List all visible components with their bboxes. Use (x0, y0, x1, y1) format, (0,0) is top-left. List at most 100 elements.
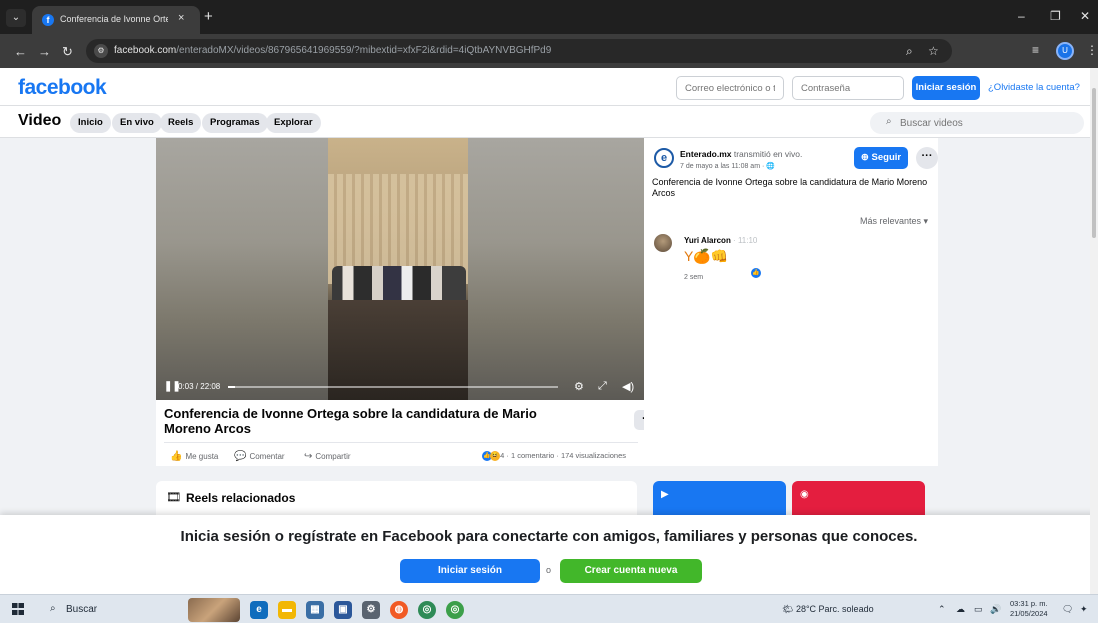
edge-icon[interactable]: e (250, 601, 268, 619)
tab-title: Conferencia de Ivonne Ortega (60, 14, 168, 24)
comment-button[interactable]: 💬 Comentar (234, 451, 285, 462)
page-avatar[interactable]: e (654, 148, 674, 168)
new-tab-button[interactable]: + (204, 8, 213, 25)
video-player[interactable]: ❚❚ 0:03 / 22:08 ⚙ ⤢ ◀) (156, 138, 644, 400)
comment-author[interactable]: Yuri Alarcon (684, 236, 731, 245)
facebook-header: facebook Iniciar sesión ¿Olvidaste la cu… (0, 68, 1098, 106)
tab-reels[interactable]: Reels (160, 113, 202, 133)
chrome-icon[interactable]: ◎ (418, 601, 436, 619)
globe-icon: 🌐 (766, 163, 775, 170)
prompt-login-button[interactable]: Iniciar sesión (400, 559, 540, 583)
stats-text[interactable]: · 1 comentario · 174 visualizaciones (506, 451, 626, 460)
forgot-account-link[interactable]: ¿Olvidaste la cuenta? (988, 82, 1080, 93)
taskbar-search-label: Buscar (66, 604, 98, 615)
settings-gear-icon[interactable]: ⚙ (574, 380, 584, 393)
email-field[interactable] (676, 76, 784, 100)
volume-icon[interactable]: ◀) (622, 380, 634, 393)
reading-list-icon[interactable]: ≡ (1032, 43, 1039, 57)
fullscreen-icon[interactable]: ⤢ (598, 380, 607, 393)
comment-age[interactable]: 2 sem (684, 274, 703, 281)
page-scrollbar[interactable] (1090, 68, 1098, 594)
browser-tab[interactable]: f Conferencia de Ivonne Ortega × (32, 6, 200, 34)
comment-icon: 💬 (234, 451, 247, 462)
comments-panel: e Enterado.mx transmitió en vivo. 7 de m… (644, 138, 938, 466)
video-progress-bar[interactable] (228, 386, 558, 388)
live-camera-icon: ◉ (800, 489, 809, 500)
tray-chevron-icon[interactable]: ⌃ (938, 604, 946, 615)
tab-search-icon[interactable]: ⌄ (6, 9, 26, 27)
video-title: Conferencia de Ivonne Ortega sobre la ca… (164, 406, 537, 436)
back-icon[interactable]: ← (14, 44, 27, 59)
create-story-card[interactable]: ▶ (653, 481, 786, 515)
video-nav: Video Inicio En vivo Reels Programas Exp… (0, 106, 1098, 138)
maximize-button[interactable]: ❐ (1050, 9, 1061, 23)
weather-widget[interactable]: 🌤 28°C Parc. soleado (782, 604, 874, 615)
bookmark-star-icon[interactable]: ☆ (928, 44, 939, 58)
comment-header: Yuri Alarcon · 11:10 (684, 236, 757, 245)
tab-inicio[interactable]: Inicio (70, 113, 111, 133)
create-account-button[interactable]: Crear cuenta nueva (560, 559, 702, 583)
address-bar[interactable]: ⚙ facebook.com/enteradoMX/videos/8679656… (86, 39, 952, 63)
search-icon: ⌕ (50, 603, 56, 614)
tab-explorar[interactable]: Explorar (266, 113, 321, 133)
reload-icon[interactable]: ↻ (62, 44, 73, 60)
video-info: Conferencia de Ivonne Ortega sobre la ca… (156, 400, 662, 466)
profile-avatar[interactable]: U (1056, 42, 1074, 60)
follow-label: Seguir (871, 152, 902, 163)
facebook-logo[interactable]: facebook (18, 76, 107, 100)
chrome-profile-icon[interactable]: ◎ (446, 601, 464, 619)
network-icon[interactable]: ▭ (974, 604, 983, 615)
thumbs-up-icon: 👍 (170, 451, 183, 462)
comment-time-mark: · 11:10 (730, 236, 758, 245)
comment-sort-dropdown[interactable]: Más relevantes ▾ (860, 216, 928, 227)
tab-close-icon[interactable]: × (178, 12, 184, 24)
weather-icon: 🌤 (782, 604, 796, 614)
video-search-input[interactable] (900, 115, 1070, 131)
video-search[interactable]: ⌕ (870, 112, 1084, 134)
site-info-icon[interactable]: ⚙ (94, 44, 108, 58)
volume-tray-icon[interactable]: 🔊 (990, 604, 1001, 615)
create-live-card[interactable]: ◉ (792, 481, 925, 515)
related-reels-card: 🎞 Reels relacionados (156, 481, 637, 515)
password-field[interactable] (792, 76, 904, 100)
forward-icon[interactable]: → (38, 44, 51, 59)
comment-text: Y🍊👊 (684, 248, 729, 264)
post-date: 7 de mayo a las 11:08 am · 🌐 (680, 162, 775, 170)
url-text[interactable]: facebook.com/enteradoMX/videos/867965641… (114, 45, 551, 56)
page-action: transmitió en vivo. (731, 149, 803, 159)
follow-icon: ⊕ (860, 152, 872, 163)
post-more-button[interactable]: ··· (916, 147, 938, 169)
login-button[interactable]: Iniciar sesión (912, 76, 980, 100)
taskbar-search[interactable]: ⌕ Buscar (42, 601, 172, 619)
search-icon: ⌕ (886, 116, 892, 127)
tab-programas[interactable]: Programas (202, 113, 268, 133)
scrollbar-thumb[interactable] (1092, 88, 1096, 238)
minimize-button[interactable]: – (1018, 9, 1025, 23)
settings-icon[interactable]: ⚙ (362, 601, 380, 619)
chrome-menu-icon[interactable]: ⋮ (1086, 43, 1098, 57)
close-window-button[interactable]: ✕ (1080, 9, 1090, 23)
calendar-app-icon[interactable]: ▣ (334, 601, 352, 619)
file-explorer-icon[interactable]: ▬ (278, 601, 296, 619)
page-name[interactable]: Enterado.mx (680, 149, 732, 159)
taskbar-widget-thumbnail[interactable] (188, 598, 240, 622)
notifications-icon[interactable]: 🗨 (1062, 604, 1073, 615)
taskbar-clock[interactable]: 03:31 p. m. 21/05/2024 (1010, 599, 1048, 619)
store-icon[interactable]: ▦ (306, 601, 324, 619)
clock-time: 03:31 p. m. (1010, 599, 1048, 608)
related-reels-title: Reels relacionados (186, 491, 296, 505)
onedrive-icon[interactable]: ☁ (956, 604, 965, 615)
tab-en-vivo[interactable]: En vivo (112, 113, 162, 133)
commenter-avatar[interactable] (654, 234, 672, 252)
follow-button[interactable]: ⊕ Seguir (854, 147, 908, 169)
windows-start-icon[interactable] (12, 603, 24, 615)
firefox-icon[interactable]: ◍ (390, 601, 408, 619)
like-button[interactable]: 👍 Me gusta (170, 451, 218, 462)
comment-like-icon: 👍 (750, 267, 762, 279)
post-description: Conferencia de Ivonne Ortega sobre la ca… (652, 177, 928, 198)
reaction-count[interactable]: 4 (500, 451, 504, 460)
share-button[interactable]: ↪ Compartir (304, 451, 351, 462)
copilot-icon[interactable]: ✦ (1080, 604, 1088, 615)
zoom-icon[interactable]: ⌕ (906, 44, 913, 59)
post-date-text[interactable]: 7 de mayo a las 11:08 am · (680, 163, 766, 170)
